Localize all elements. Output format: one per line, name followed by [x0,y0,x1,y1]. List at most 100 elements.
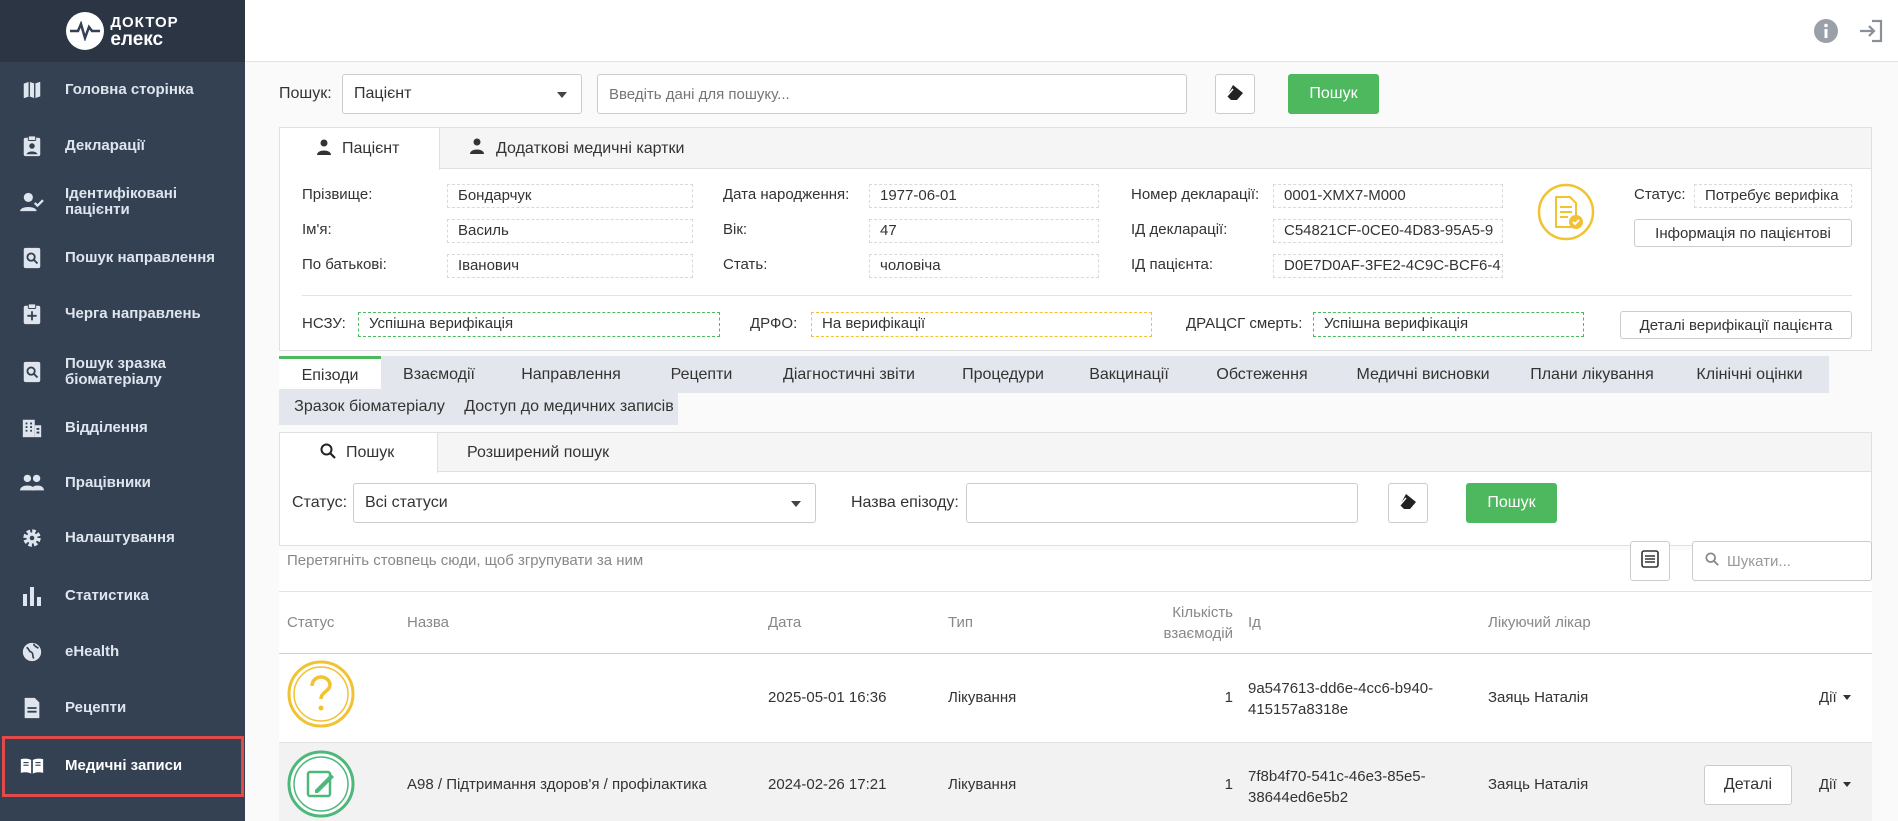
declaration-id-value: C54821CF-0CE0-4D83-95A5-9 [1273,219,1503,243]
export-excel-button[interactable] [1630,541,1670,581]
tab-examinations[interactable]: Обстеження [1192,356,1332,393]
column-status[interactable]: Статус [287,614,334,631]
tab-patient[interactable]: Пацієнт [280,128,440,170]
row-details-button[interactable]: Деталі [1704,765,1792,805]
sex-label: Стать: [723,256,768,273]
sidebar-item-referral-search[interactable]: Пошук направлення [0,238,245,278]
status-filter-select[interactable]: Всі статуси [353,483,816,523]
column-date[interactable]: Дата [768,614,801,631]
eraser-icon [1225,83,1245,106]
clipboard-queue-icon [20,302,44,326]
column-id[interactable]: Ід [1248,614,1261,631]
patient-id-label: ІД пацієнта: [1131,256,1214,273]
tab-additional-cards[interactable]: Додаткові медичні картки [470,128,684,169]
tab-search[interactable]: Пошук [280,433,438,473]
declaration-number-value: 0001-XMX7-M000 [1273,184,1503,208]
status-label: Статус: [1634,186,1686,203]
search-label: Пошук: [279,85,332,102]
verification-details-button[interactable]: Деталі верифікації пацієнта [1620,311,1852,339]
sidebar-item-home[interactable]: Головна сторінка [0,70,245,110]
sidebar-item-sample-search[interactable]: Пошук зразка біоматеріалу [0,350,245,394]
info-icon[interactable] [1813,18,1839,49]
dracs-label: ДРАЦСГ смерть: [1186,315,1303,332]
row-name: A98 / Підтримання здоров'я / профілактик… [407,776,707,793]
excel-icon [1641,549,1659,573]
dob-label: Дата народження: [723,186,850,203]
tab-advanced-search[interactable]: Розширений пошук [467,433,609,472]
age-label: Вік: [723,221,748,238]
declaration-verified-icon [1537,183,1595,246]
clear-search-button[interactable] [1215,74,1255,114]
row-actions-menu[interactable]: Дії [1819,689,1851,706]
top-bar [245,0,1898,62]
logout-icon[interactable] [1858,18,1884,49]
tab-encounters[interactable]: Взаємодії [381,356,497,393]
search-button[interactable]: Пошук [1288,74,1379,114]
surname-label: Прізвище: [302,186,373,203]
globe-icon [20,640,44,664]
sidebar-item-staff[interactable]: Працівники [0,463,245,503]
row-date: 2024-02-26 17:21 [768,776,887,793]
bar-chart-icon [20,584,44,608]
grid-search-input[interactable]: Шукати... [1692,541,1872,581]
tab-records-access[interactable]: Доступ до медичних записів [460,389,678,425]
table-row[interactable] [279,654,1872,742]
search-type-select[interactable]: Пацієнт [342,74,582,114]
nszu-status: Успішна верифікація [358,312,720,337]
episode-search-panel: Пошук Розширений пошук Статус: Всі стату… [279,432,1872,546]
dracs-status: Успішна верифікація [1313,312,1584,337]
patient-info-button[interactable]: Інформація по пацієнтові [1634,219,1852,247]
row-type: Лікування [948,776,1017,793]
search-icon [1705,551,1719,571]
tab-episodes[interactable]: Епізоди [279,356,381,393]
brand-logo[interactable]: ДОКТОР ЕЛЕКС [0,0,245,62]
chevron-down-icon [791,501,801,507]
tab-clinical-assessments[interactable]: Клінічні оцінки [1670,356,1829,393]
sidebar-item-referral-queue[interactable]: Черга направлень [0,294,245,334]
sidebar-item-prescriptions[interactable]: Рецепти [0,688,245,728]
row-encounter-count: 1 [1224,689,1233,706]
active-highlight [2,736,244,797]
sidebar-item-settings[interactable]: Налаштування [0,518,245,558]
search-input[interactable] [597,74,1187,114]
patient-card: Пацієнт Додаткові медичні картки Прізвищ… [279,127,1872,351]
sidebar-item-ehealth[interactable]: eHealth [0,632,245,672]
tab-diagnostic-reports[interactable]: Діагностичні звіти [758,356,940,393]
logo-icon [66,12,105,50]
sidebar-item-identified-patients[interactable]: Ідентифіковані пацієнти [0,182,245,222]
tab-vaccinations[interactable]: Вакцинації [1066,356,1192,393]
tab-prescriptions[interactable]: Рецепти [645,356,758,393]
episode-name-input[interactable] [966,483,1358,523]
document-icon [20,696,44,720]
tab-biomaterial-sample[interactable]: Зразок біоматеріалу [279,389,460,425]
name-label: Ім'я: [302,221,332,238]
row-doctor: Заяць Наталія [1488,776,1589,793]
tab-referrals[interactable]: Направлення [497,356,645,393]
tab-procedures[interactable]: Процедури [940,356,1066,393]
column-doctor[interactable]: Лікуючий лікар [1488,614,1591,631]
eraser-icon [1398,492,1418,515]
patient-id-value: D0E7D0AF-3FE2-4C9C-BCF6-4 [1273,254,1503,278]
clipboard-user-icon [20,134,44,158]
column-type[interactable]: Тип [948,614,973,631]
sex-value: чоловіча [869,254,1099,278]
clear-filter-button[interactable] [1388,483,1428,523]
divider [302,295,1852,296]
tab-medical-conclusions[interactable]: Медичні висновки [1332,356,1514,393]
user-icon [317,139,331,160]
declaration-id-label: ІД декларації: [1131,221,1228,238]
user-icon [470,138,484,159]
search-document-icon [20,246,44,270]
sidebar-item-declarations[interactable]: Декларації [0,126,245,166]
column-name[interactable]: Назва [407,614,449,631]
row-actions-menu[interactable]: Дії [1819,776,1851,793]
sidebar-item-statistics[interactable]: Статистика [0,576,245,616]
user-check-icon [20,190,44,214]
column-encounter-count[interactable]: Кількість взаємодій [1125,602,1233,644]
sidebar-item-departments[interactable]: Відділення [0,408,245,448]
tab-care-plans[interactable]: Плани лікування [1514,356,1670,393]
drfo-status: На верифікації [811,312,1152,337]
filter-search-button[interactable]: Пошук [1466,483,1557,523]
drfo-label: ДРФО: [750,315,798,332]
patronymic-value: Іванович [447,254,693,278]
